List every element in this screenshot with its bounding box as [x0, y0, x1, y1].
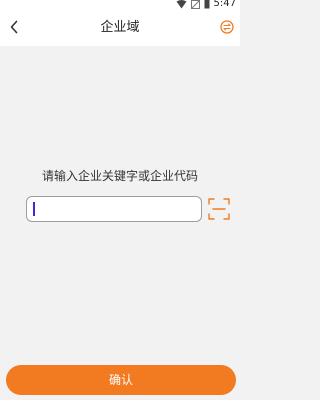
text-caret [33, 202, 35, 216]
switch-icon[interactable] [220, 20, 234, 34]
no-signal-icon [190, 0, 200, 9]
page-title: 企业域 [100, 20, 140, 35]
enterprise-keyword-input[interactable] [26, 196, 202, 222]
status-time: 5:47 [213, 0, 236, 9]
confirm-button[interactable]: 确认 [6, 365, 236, 395]
input-row [26, 196, 232, 224]
title-bar: 企业域 [0, 10, 240, 46]
scan-icon[interactable] [208, 198, 230, 220]
wifi-icon [176, 0, 187, 8]
input-prompt: 请输入企业关键字或企业代码 [41, 169, 198, 183]
status-icons: 5:47 [176, 0, 236, 9]
status-bar: 5:47 [0, 0, 240, 10]
battery-icon [204, 0, 210, 9]
